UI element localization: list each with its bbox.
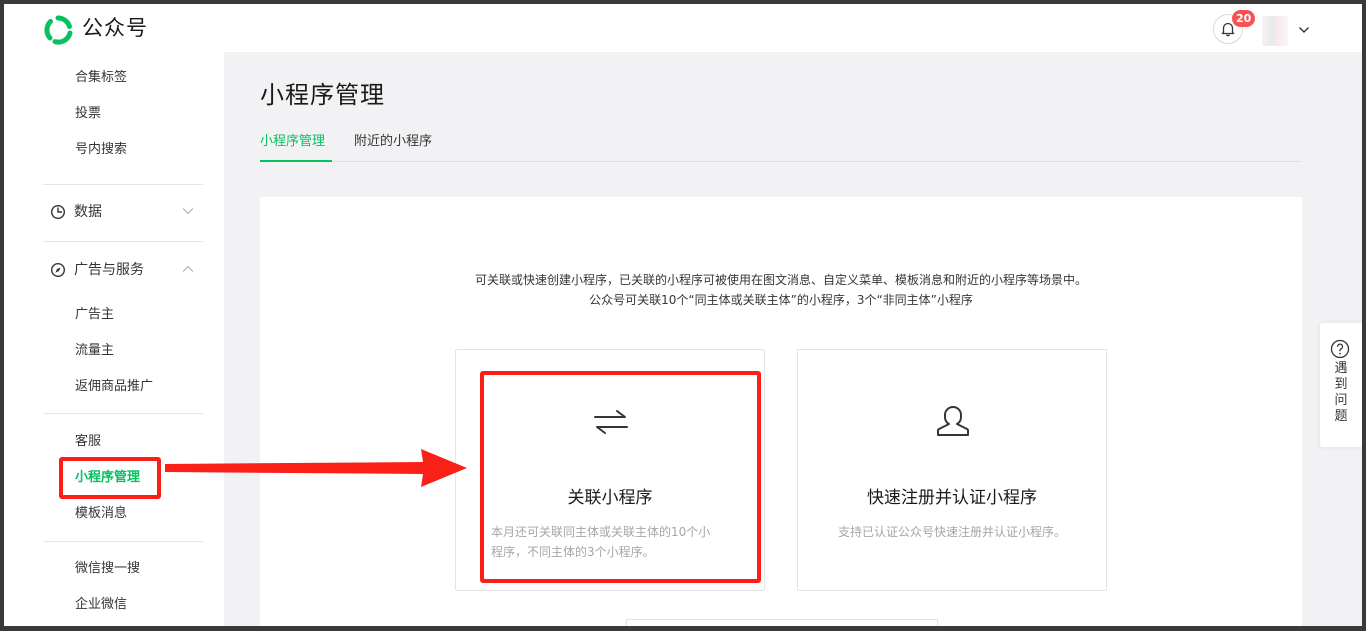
- sidebar-item-in-account-search[interactable]: 号内搜索: [75, 141, 127, 159]
- active-tab-indicator: [260, 160, 332, 162]
- sidebar-divider: [43, 413, 203, 414]
- option-description-line: 本月还可关联同主体或关联主体的10个小: [491, 525, 711, 539]
- sidebar-item-miniprogram-management[interactable]: 小程序管理: [75, 469, 140, 487]
- sidebar-item-vote[interactable]: 投票: [75, 105, 101, 123]
- sidebar-item-template-messages[interactable]: 模板消息: [75, 505, 127, 523]
- help-char: 问: [1334, 393, 1348, 408]
- tab-bar: 小程序管理 附近的小程序: [260, 130, 1302, 162]
- sidebar-item-commission-promotion[interactable]: 返佣商品推广: [75, 378, 153, 396]
- wechat-mp-logo-icon[interactable]: [42, 14, 74, 46]
- help-float-button[interactable]: 遇 到 问 题: [1320, 323, 1362, 447]
- sidebar-item-customer-service[interactable]: 客服: [75, 433, 101, 451]
- option-title: 关联小程序: [567, 488, 653, 508]
- sidebar-group-ads-services[interactable]: 广告与服务: [50, 260, 210, 280]
- swap-arrows-icon: [594, 410, 628, 434]
- avatar[interactable]: [1262, 16, 1288, 46]
- sidebar-item-advertiser[interactable]: 广告主: [75, 306, 114, 324]
- sidebar-item-wecom[interactable]: 企业微信: [75, 596, 127, 614]
- chevron-down-icon: [182, 208, 194, 215]
- tab-miniprogram-management[interactable]: 小程序管理: [260, 132, 325, 152]
- sidebar-group-label: 数据: [74, 204, 102, 220]
- help-char: 遇: [1334, 361, 1348, 376]
- page-title: 小程序管理: [260, 81, 385, 109]
- sidebar-item-collection-tags[interactable]: 合集标签: [75, 69, 127, 87]
- top-header: 公众号 20: [4, 4, 1362, 52]
- quick-register-option[interactable]: 快速注册并认证小程序 支持已认证公众号快速注册并认证小程序。: [797, 349, 1107, 591]
- sidebar-group-data[interactable]: 数据: [50, 202, 210, 222]
- user-icon: [936, 406, 970, 436]
- option-description: 支持已认证公众号快速注册并认证小程序。: [837, 525, 1066, 539]
- help-char: 到: [1334, 377, 1348, 392]
- sidebar-divider: [43, 241, 203, 242]
- sidebar-item-traffic-owner[interactable]: 流量主: [75, 342, 114, 360]
- sidebar: 合集标签 投票 号内搜索 数据 广告与服务 广告主 流量主 返佣商品推广 客服 …: [4, 52, 224, 627]
- partial-panel: [626, 619, 938, 631]
- link-miniprogram-option[interactable]: 关联小程序 本月还可关联同主体或关联主体的10个小 程序，不同主体的3个小程序。: [455, 349, 765, 591]
- tab-nearby-miniprograms[interactable]: 附近的小程序: [354, 132, 432, 152]
- content-card: 可关联或快速创建小程序，已关联的小程序可被使用在图文消息、自定义菜单、模板消息和…: [260, 197, 1302, 631]
- main-content: 小程序管理 小程序管理 附近的小程序 可关联或快速创建小程序，已关联的小程序可被…: [224, 52, 1362, 631]
- sidebar-divider: [43, 184, 203, 185]
- question-circle-icon: [1330, 339, 1350, 359]
- pie-chart-icon: [50, 204, 66, 220]
- compass-icon: [50, 262, 66, 278]
- notification-badge: 20: [1232, 10, 1256, 27]
- sidebar-divider: [43, 541, 203, 542]
- option-title: 快速注册并认证小程序: [867, 488, 1037, 508]
- description-line-1: 可关联或快速创建小程序，已关联的小程序可被使用在图文消息、自定义菜单、模板消息和…: [474, 273, 1087, 287]
- brand-name: 公众号: [82, 16, 148, 40]
- help-label: 遇 到 问 题: [1320, 361, 1362, 425]
- chevron-up-icon: [182, 265, 194, 272]
- sidebar-item-wechat-search[interactable]: 微信搜一搜: [75, 560, 140, 578]
- description-line-2: 公众号可关联10个“同主体或关联主体”的小程序，3个“非同主体”小程序: [589, 293, 973, 307]
- option-description: 本月还可关联同主体或关联主体的10个小 程序，不同主体的3个小程序。: [491, 522, 731, 562]
- sidebar-group-label: 广告与服务: [74, 262, 144, 278]
- chevron-down-icon[interactable]: [1298, 26, 1310, 34]
- help-char: 题: [1334, 409, 1348, 424]
- option-description-line: 程序，不同主体的3个小程序。: [491, 545, 655, 559]
